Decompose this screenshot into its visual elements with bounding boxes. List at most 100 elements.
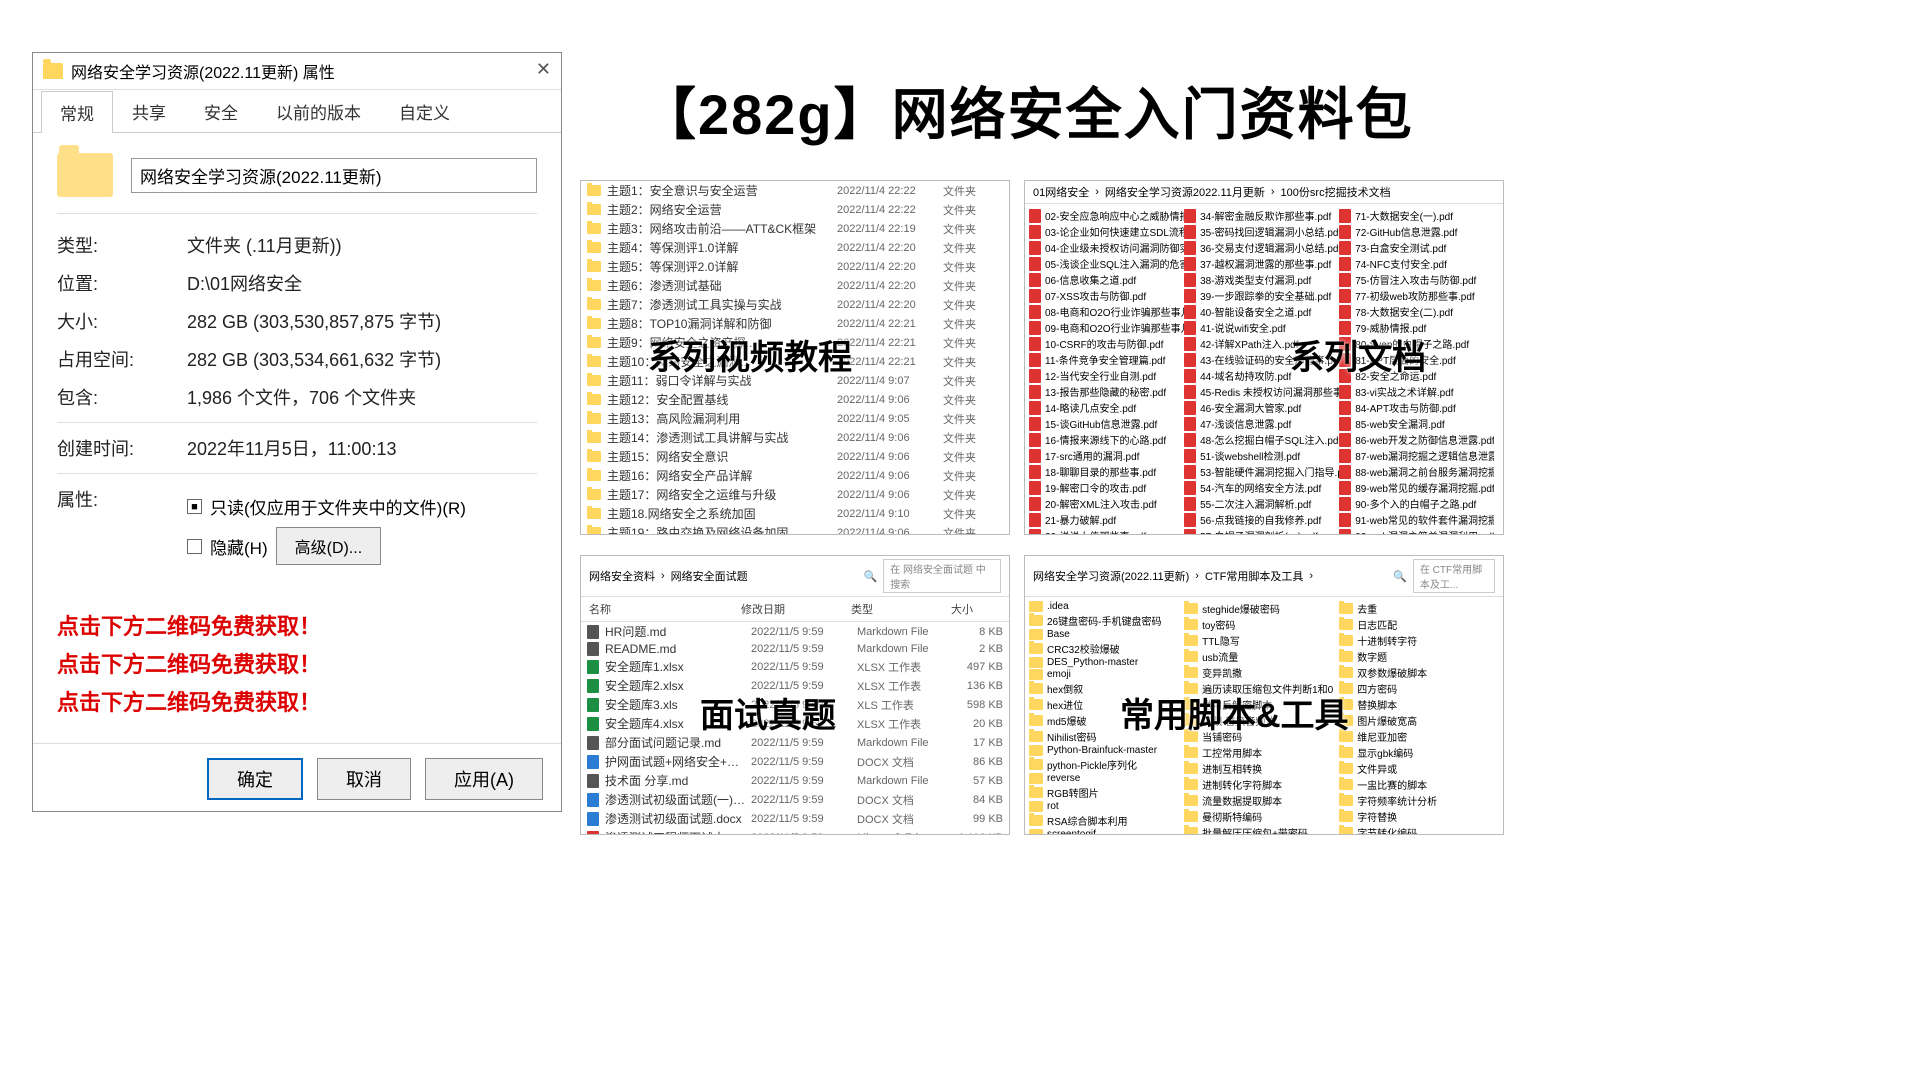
script-grid[interactable]: .idea26键盘密码-手机键盘密码BaseCRC32校验爆破DES_Pytho… bbox=[1025, 597, 1503, 835]
search-input[interactable]: 在 CTF常用脚本及工... bbox=[1413, 559, 1495, 593]
list-item[interactable]: 77-初级web攻防那些事.pdf bbox=[1339, 288, 1494, 303]
list-item[interactable]: 流量数据提取脚本 bbox=[1184, 793, 1339, 808]
list-item[interactable]: usb流量 bbox=[1184, 649, 1339, 664]
cancel-button[interactable]: 取消 bbox=[317, 758, 411, 800]
list-item[interactable]: 90-多个入的白帽子之路.pdf bbox=[1339, 496, 1494, 511]
list-item[interactable]: 双参数爆破脚本 bbox=[1339, 665, 1494, 680]
list-item[interactable]: 07-XSS攻击与防御.pdf bbox=[1029, 288, 1184, 303]
list-item[interactable]: 主题4：等保测评1.0详解2022/11/4 22:20文件夹 bbox=[581, 238, 1009, 257]
list-item[interactable]: 17-src通用的漏洞.pdf bbox=[1029, 448, 1184, 463]
list-item[interactable]: 渗透测试初级面试题(一).docx2022/11/5 9:59DOCX 文档84… bbox=[581, 790, 1009, 809]
list-item[interactable]: 72-GitHub信息泄露.pdf bbox=[1339, 224, 1494, 239]
list-item[interactable]: 主题15：网络安全意识2022/11/4 9:06文件夹 bbox=[581, 447, 1009, 466]
list-item[interactable]: 安全题库3.xls2022/11/5 9:59XLS 工作表598 KB bbox=[581, 695, 1009, 714]
close-button[interactable]: ✕ bbox=[536, 59, 551, 80]
list-item[interactable]: .idea bbox=[1029, 601, 1184, 612]
list-item[interactable]: 26键盘密码-手机键盘密码 bbox=[1029, 613, 1184, 628]
search-input[interactable]: 在 网络安全面试题 中搜索 bbox=[883, 559, 1001, 593]
list-item[interactable]: 45-Redis 未授权访问漏洞那些事.pdf bbox=[1184, 384, 1339, 399]
advanced-button[interactable]: 高级(D)... bbox=[276, 527, 382, 565]
list-item[interactable]: 渗透测试初级面试题.docx2022/11/5 9:59DOCX 文档99 KB bbox=[581, 809, 1009, 828]
list-item[interactable]: hex进位 bbox=[1029, 697, 1184, 712]
list-item[interactable]: 主题11：弱口令详解与实战2022/11/4 9:07文件夹 bbox=[581, 371, 1009, 390]
list-item[interactable]: 十进制转字符 bbox=[1339, 633, 1494, 648]
list-item[interactable]: 88-web漏洞之前台服务漏洞挖掘.pdf bbox=[1339, 464, 1494, 479]
list-item[interactable]: 四方密码 bbox=[1339, 681, 1494, 696]
list-item[interactable]: 技术面 分享.md2022/11/5 9:59Markdown File57 K… bbox=[581, 771, 1009, 790]
tab-share[interactable]: 共享 bbox=[113, 90, 185, 132]
tab-custom[interactable]: 自定义 bbox=[380, 90, 469, 132]
list-item[interactable]: 09-电商和O2O行业诈骗那些事儿(下).pdf bbox=[1029, 320, 1184, 335]
list-item[interactable]: README.md2022/11/5 9:59Markdown File2 KB bbox=[581, 641, 1009, 657]
list-item[interactable]: 39-一步跟踪拳的安全基础.pdf bbox=[1184, 288, 1339, 303]
list-item[interactable]: 71-大数据安全(一).pdf bbox=[1339, 208, 1494, 223]
list-item[interactable]: 工控常用脚本 bbox=[1184, 745, 1339, 760]
list-item[interactable]: 86-web开发之防御信息泄露.pdf bbox=[1339, 432, 1494, 447]
list-item[interactable]: Nihilist密码 bbox=[1029, 729, 1184, 744]
list-item[interactable]: 主题19：路由交换及网络设备加固2022/11/4 9:06文件夹 bbox=[581, 523, 1009, 535]
list-item[interactable]: 91-web常见的软件套件漏洞挖掘.pdf bbox=[1339, 512, 1494, 527]
list-item[interactable]: Base bbox=[1029, 629, 1184, 640]
list-item[interactable]: 11-条件竞争安全管理篇.pdf bbox=[1029, 352, 1184, 367]
list-item[interactable]: 35-密码找回逻辑漏洞小总结.pdf bbox=[1184, 224, 1339, 239]
list-item[interactable]: 主题13：高风险漏洞利用2022/11/4 9:05文件夹 bbox=[581, 409, 1009, 428]
list-item[interactable]: 41-说说wifi安全.pdf bbox=[1184, 320, 1339, 335]
list-item[interactable]: 73-白盒安全测试.pdf bbox=[1339, 240, 1494, 255]
list-item[interactable]: 84-APT攻击与防御.pdf bbox=[1339, 400, 1494, 415]
list-item[interactable]: 主题14：渗透测试工具讲解与实战2022/11/4 9:06文件夹 bbox=[581, 428, 1009, 447]
list-item[interactable]: 20-解密XML注入攻击.pdf bbox=[1029, 496, 1184, 511]
list-item[interactable]: 38-游戏类型支付漏洞.pdf bbox=[1184, 272, 1339, 287]
topic-list[interactable]: 主题1：安全意识与安全运营2022/11/4 22:22文件夹主题2：网络安全运… bbox=[581, 181, 1009, 535]
list-item[interactable]: 06-信息收集之道.pdf bbox=[1029, 272, 1184, 287]
list-item[interactable]: 79-威胁情报.pdf bbox=[1339, 320, 1494, 335]
list-item[interactable]: TTL隐写 bbox=[1184, 633, 1339, 648]
scripts-breadcrumb[interactable]: 网络安全学习资源(2022.11更新) › CTF常用脚本及工具 › 🔍 在 C… bbox=[1025, 556, 1503, 597]
list-item[interactable]: 进制互相转换 bbox=[1184, 761, 1339, 776]
list-item[interactable]: 主题7：渗透测试工具实操与实战2022/11/4 22:20文件夹 bbox=[581, 295, 1009, 314]
list-item[interactable]: 批量解压压缩包+带密码 bbox=[1184, 825, 1339, 835]
list-item[interactable]: python-Pickle序列化 bbox=[1029, 757, 1184, 772]
list-item[interactable]: 主题9：网络安全之资产探...2022/11/4 22:21文件夹 bbox=[581, 333, 1009, 352]
list-item[interactable]: 10-CSRF的攻击与防御.pdf bbox=[1029, 336, 1184, 351]
list-item[interactable]: DES_Python-master bbox=[1029, 657, 1184, 668]
list-item[interactable]: HR问题.md2022/11/5 9:59Markdown File8 KB bbox=[581, 622, 1009, 641]
list-item[interactable]: 46-安全漏洞大管家.pdf bbox=[1184, 400, 1339, 415]
list-item[interactable]: 44-域名劫持攻防.pdf bbox=[1184, 368, 1339, 383]
list-item[interactable]: 主题3：网络攻击前沿——ATT&CK框架2022/11/4 22:19文件夹 bbox=[581, 219, 1009, 238]
list-item[interactable]: 护网面试题+网络安全+DD安全工程师笔试问...2022/11/5 9:59DO… bbox=[581, 752, 1009, 771]
list-item[interactable]: steghide爆破密码 bbox=[1184, 601, 1339, 616]
list-item[interactable]: 替换脚本 bbox=[1339, 697, 1494, 712]
hidden-checkbox[interactable] bbox=[187, 539, 202, 554]
list-item[interactable]: 78-大数据安全(二).pdf bbox=[1339, 304, 1494, 319]
list-item[interactable]: 43-在线验证码的安全那些事.pdf bbox=[1184, 352, 1339, 367]
list-item[interactable]: 51-谈webshell检测.pdf bbox=[1184, 448, 1339, 463]
list-item[interactable]: 安全题库2.xlsx2022/11/5 9:59XLSX 工作表136 KB bbox=[581, 676, 1009, 695]
list-item[interactable]: 21-暴力破解.pdf bbox=[1029, 512, 1184, 527]
list-item[interactable]: 87-web漏洞挖掘之逻辑信息泄露.pdf bbox=[1339, 448, 1494, 463]
list-item[interactable]: 主题6：渗透测试基础2022/11/4 22:20文件夹 bbox=[581, 276, 1009, 295]
folder-name-input[interactable]: 网络安全学习资源(2022.11更新) bbox=[131, 158, 537, 193]
list-item[interactable]: 03-论企业如何快速建立SDL流程.pdf bbox=[1029, 224, 1184, 239]
list-item[interactable]: 常用反解密脚本 bbox=[1184, 697, 1339, 712]
list-item[interactable]: 文件异或 bbox=[1339, 761, 1494, 776]
ok-button[interactable]: 确定 bbox=[207, 758, 303, 800]
list-item[interactable]: 42-详解XPath注入.pdf bbox=[1184, 336, 1339, 351]
pdf-breadcrumb[interactable]: 01网络安全 › 网络安全学习资源2022.11月更新 › 100份src挖掘技… bbox=[1025, 181, 1503, 204]
list-item[interactable]: 主题1：安全意识与安全运营2022/11/4 22:22文件夹 bbox=[581, 181, 1009, 200]
list-item[interactable]: 一盅比赛的脚本 bbox=[1339, 777, 1494, 792]
list-item[interactable]: 12-当代安全行业自测.pdf bbox=[1029, 368, 1184, 383]
list-item[interactable]: toy密码 bbox=[1184, 617, 1339, 632]
list-item[interactable]: 主题18.网络安全之系统加固2022/11/4 9:10文件夹 bbox=[581, 504, 1009, 523]
list-item[interactable]: 15-谈GitHub信息泄露.pdf bbox=[1029, 416, 1184, 431]
list-item[interactable]: 81-APT层面的安全.pdf bbox=[1339, 352, 1494, 367]
list-item[interactable]: 36-交易支付逻辑漏洞小总结.pdf bbox=[1184, 240, 1339, 255]
list-item[interactable]: 92-web漏洞之简单漏洞利用.pdf bbox=[1339, 528, 1494, 535]
list-item[interactable]: 主题17：网络安全之运维与升级2022/11/4 9:06文件夹 bbox=[581, 485, 1009, 504]
list-item[interactable]: 日志匹配 bbox=[1339, 617, 1494, 632]
list-item[interactable]: 变异凯撒 bbox=[1184, 665, 1339, 680]
list-item[interactable]: md5爆破 bbox=[1029, 713, 1184, 728]
list-item[interactable]: 去重 bbox=[1339, 601, 1494, 616]
list-item[interactable]: emoji bbox=[1029, 669, 1184, 680]
list-item[interactable]: hex倒叙 bbox=[1029, 681, 1184, 696]
list-item[interactable]: RSA综合脚本利用 bbox=[1029, 813, 1184, 828]
